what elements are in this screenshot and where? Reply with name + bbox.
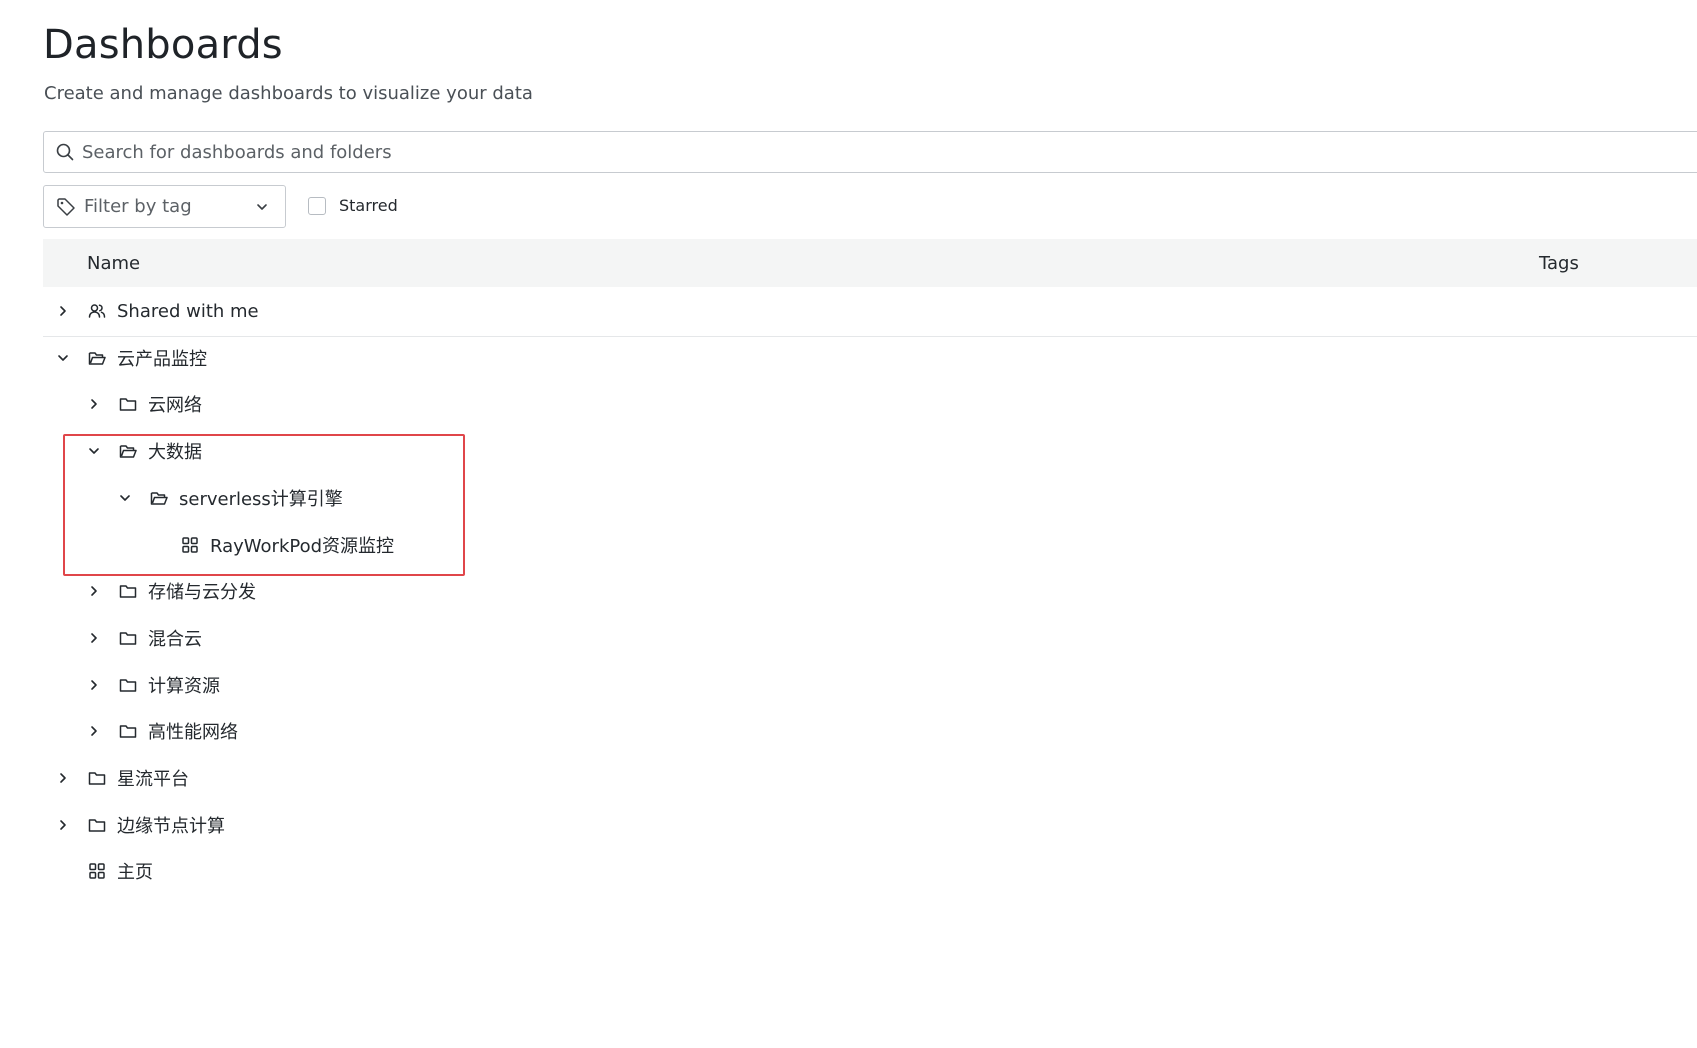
tree-row-label[interactable]: 边缘节点计算 xyxy=(117,812,225,838)
tree-row-label[interactable]: 云产品监控 xyxy=(117,345,207,371)
chevron-right-icon[interactable] xyxy=(86,677,102,693)
search-icon xyxy=(56,143,74,161)
table-header: Name Tags xyxy=(43,239,1697,287)
tree-row-label[interactable]: 高性能网络 xyxy=(148,718,238,744)
dashboard-grid-icon xyxy=(87,861,107,881)
search-input[interactable] xyxy=(82,141,1697,163)
tree-row-item-12[interactable]: 主页 xyxy=(43,847,1697,895)
column-header-tags: Tags xyxy=(1539,252,1579,274)
folder-icon xyxy=(87,815,107,835)
folder-icon xyxy=(87,768,107,788)
tree-row-label[interactable]: 云网络 xyxy=(148,391,202,417)
starred-label: Starred xyxy=(339,196,398,215)
filter-by-tag-select[interactable]: Filter by tag xyxy=(43,185,286,228)
folder-icon xyxy=(118,581,138,601)
folder-open-icon xyxy=(87,348,107,368)
tree-row-label[interactable]: 混合云 xyxy=(148,625,202,651)
tree-row-label[interactable]: 主页 xyxy=(117,858,153,884)
tree-row-label[interactable]: 存储与云分发 xyxy=(148,578,256,604)
tree-row-item-2[interactable]: 云网络 xyxy=(43,380,1697,428)
chevron-right-icon[interactable] xyxy=(86,583,102,599)
chevron-down-icon xyxy=(255,200,269,214)
tree-row-label[interactable]: Shared with me xyxy=(117,301,259,322)
filter-placeholder: Filter by tag xyxy=(84,196,192,217)
tree-row-item-11[interactable]: 边缘节点计算 xyxy=(43,801,1697,849)
starred-filter[interactable]: Starred xyxy=(308,196,398,215)
chevron-right-icon[interactable] xyxy=(86,723,102,739)
chevron-right-icon[interactable] xyxy=(86,396,102,412)
column-header-name: Name xyxy=(87,252,141,274)
tree-row-item-10[interactable]: 星流平台 xyxy=(43,754,1697,802)
starred-checkbox[interactable] xyxy=(308,196,326,215)
folder-icon xyxy=(118,394,138,414)
highlight-box xyxy=(63,434,465,576)
tree-row-item-9[interactable]: 高性能网络 xyxy=(43,707,1697,755)
tree-row-item-1[interactable]: 云产品监控 xyxy=(43,334,1697,382)
tree-row-shared-with-me[interactable]: Shared with me xyxy=(43,287,1697,335)
folder-icon xyxy=(118,628,138,648)
chevron-right-icon[interactable] xyxy=(55,303,71,319)
folder-icon xyxy=(118,721,138,741)
tree-row-item-7[interactable]: 混合云 xyxy=(43,614,1697,662)
row-divider xyxy=(43,336,1697,337)
tag-icon xyxy=(56,197,76,217)
chevron-right-icon[interactable] xyxy=(86,630,102,646)
chevron-down-icon[interactable] xyxy=(55,350,71,366)
tree-row-label[interactable]: 计算资源 xyxy=(148,672,220,698)
tree-row-item-8[interactable]: 计算资源 xyxy=(43,661,1697,709)
chevron-right-icon[interactable] xyxy=(55,817,71,833)
folder-icon xyxy=(118,675,138,695)
tree-row-label[interactable]: 星流平台 xyxy=(117,765,189,791)
page-title: Dashboards xyxy=(43,22,283,68)
chevron-right-icon[interactable] xyxy=(55,770,71,786)
users-icon xyxy=(87,301,107,321)
page-subtitle: Create and manage dashboards to visualiz… xyxy=(44,83,533,104)
search-box[interactable] xyxy=(43,131,1697,173)
